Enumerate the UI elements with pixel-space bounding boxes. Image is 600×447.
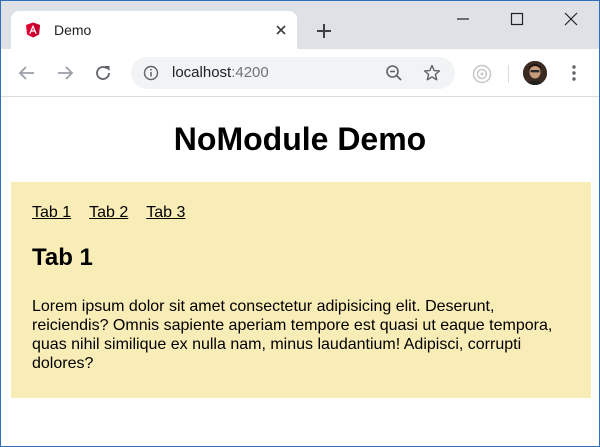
minimize-icon[interactable] [453, 9, 473, 29]
back-arrow-icon[interactable] [17, 63, 37, 83]
url-host: localhost [172, 64, 232, 81]
more-vert-icon[interactable] [564, 63, 584, 83]
url-port: :4200 [231, 64, 269, 81]
tabs-panel: Tab 1 Tab 2 Tab 3 Tab 1 Lorem ipsum dolor … [11, 182, 591, 398]
zoom-out-icon[interactable] [385, 64, 403, 82]
tab-link-1[interactable]: Tab 1 [32, 204, 71, 221]
info-icon[interactable] [143, 65, 159, 81]
page-title: NoModule Demo [173, 121, 427, 157]
tabs-nav: Tab 1 Tab 2 Tab 3 [32, 204, 203, 222]
extension-icon[interactable] [471, 63, 493, 85]
forward-arrow-icon[interactable] [55, 63, 75, 83]
tab-link-3[interactable]: Tab 3 [146, 204, 185, 221]
tab-strip: Demo [1, 1, 599, 49]
maximize-icon[interactable] [507, 9, 527, 29]
browser-tab-demo[interactable]: Demo [11, 11, 297, 49]
window-close-icon[interactable] [561, 9, 581, 29]
page-content: NoModule Demo Tab 1 Tab 2 Tab 3 Tab 1 Lore… [1, 98, 599, 446]
tab-title: Demo [54, 22, 92, 38]
tab-link-2[interactable]: Tab 2 [89, 204, 128, 221]
active-tab-heading: Tab 1 [32, 244, 93, 271]
tab-content-text: Lorem ipsum dolor sit amet consectetur a… [32, 298, 553, 372]
browser-window: Demo localhost:4200 NoModule Demo Tab 1 … [0, 0, 600, 447]
bookmark-star-icon[interactable] [423, 64, 441, 82]
toolbar-divider [508, 65, 509, 83]
profile-avatar[interactable] [523, 61, 547, 85]
close-icon[interactable] [273, 22, 289, 38]
angular-icon [26, 22, 40, 38]
avatar-icon [523, 61, 547, 85]
new-tab-plus-icon[interactable] [315, 22, 333, 40]
reload-icon[interactable] [93, 63, 113, 83]
address-bar[interactable]: localhost:4200 [131, 57, 455, 89]
url-text[interactable]: localhost:4200 [172, 64, 269, 82]
browser-toolbar: localhost:4200 [1, 49, 599, 97]
